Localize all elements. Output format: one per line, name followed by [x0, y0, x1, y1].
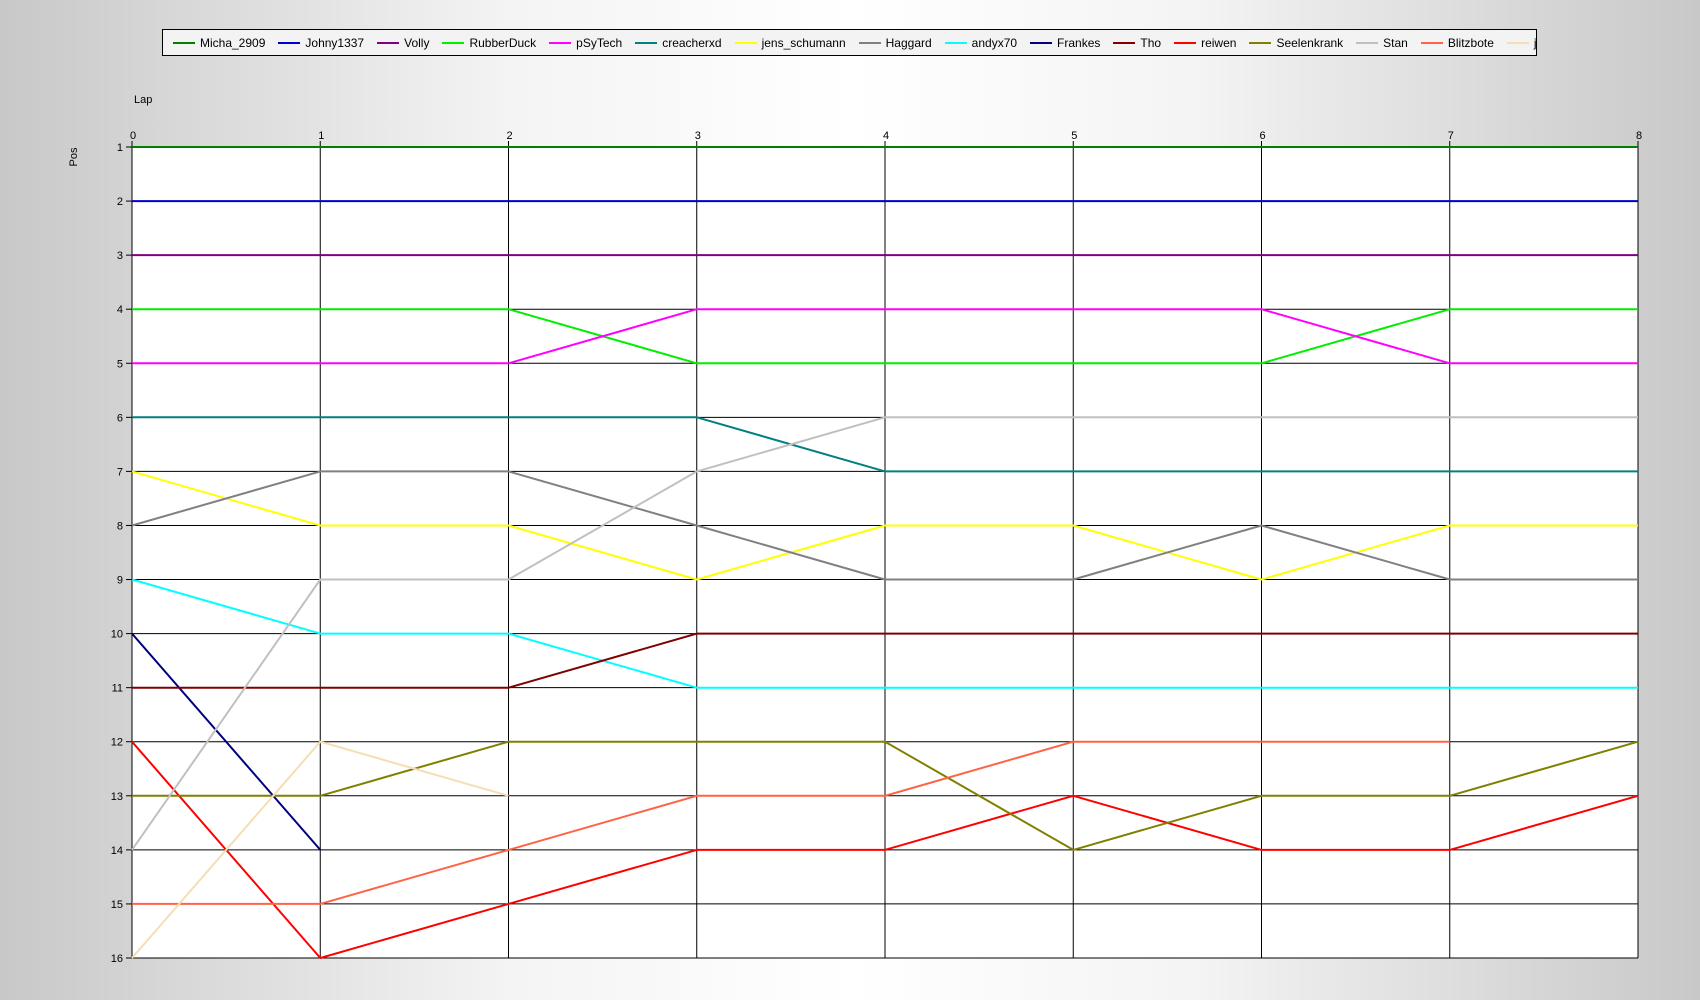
- x-axis-label: Lap: [134, 94, 152, 106]
- x-tick-label-3: 3: [695, 130, 701, 142]
- plot-area: 0 1 2 3 4 5 6 7 812345678910111213141516LapPos: [68, 94, 1642, 965]
- y-tick-label-1: 1: [117, 142, 123, 154]
- x-tick-label-7: 7: [1448, 130, 1454, 142]
- y-tick-label-3: 3: [117, 250, 123, 262]
- y-tick-label-9: 9: [117, 575, 123, 587]
- y-tick-label-4: 4: [117, 304, 123, 316]
- y-tick-label-7: 7: [117, 466, 123, 478]
- y-tick-label-6: 6: [117, 412, 123, 424]
- y-tick-label-12: 12: [111, 737, 123, 749]
- y-tick-label-8: 8: [117, 520, 123, 532]
- y-tick-label-10: 10: [111, 629, 123, 641]
- y-tick-label-11: 11: [112, 683, 123, 695]
- x-tick-label-5: 5: [1071, 130, 1077, 142]
- y-axis-label: Pos: [68, 147, 80, 166]
- x-tick-label-6: 6: [1259, 130, 1265, 142]
- y-tick-label-13: 13: [111, 791, 123, 803]
- y-tick-label-2: 2: [117, 196, 123, 208]
- x-tick-label-8: 8: [1636, 130, 1642, 142]
- y-tick-label-15: 15: [111, 899, 123, 911]
- x-tick-label-1: 1: [318, 130, 324, 142]
- x-tick-label-4: 4: [883, 130, 889, 142]
- y-tick-label-5: 5: [117, 358, 123, 370]
- race-position-chart: Micha_2909 Johny1337 Volly RubberDuck pSyTec…: [0, 0, 1700, 1000]
- x-tick-label-2: 2: [506, 130, 512, 142]
- y-tick-label-16: 16: [111, 953, 123, 965]
- y-tick-label-14: 14: [111, 845, 123, 857]
- x-tick-label-0: 0: [130, 130, 136, 142]
